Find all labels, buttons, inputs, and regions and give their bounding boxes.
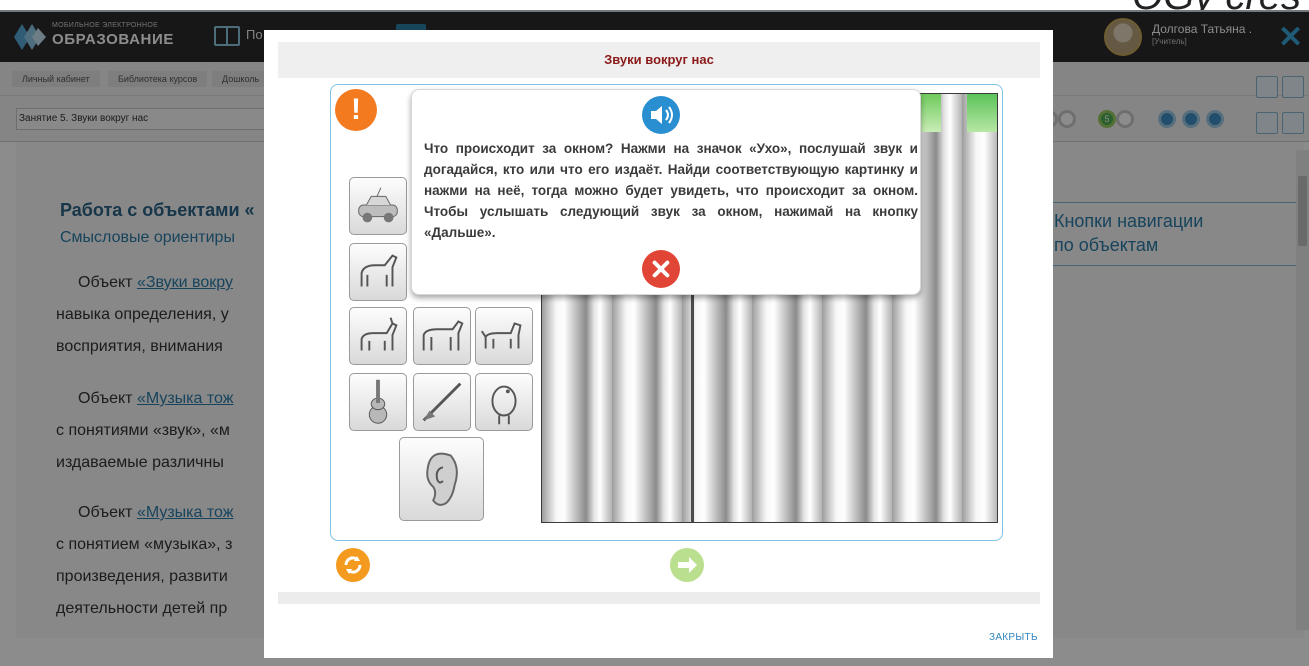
modal-dialog: Звуки вокруг нас ! Что происходит за окн… xyxy=(264,30,1053,658)
horse-icon xyxy=(360,254,398,287)
car-tile[interactable] xyxy=(349,177,407,235)
reload-icon xyxy=(344,556,362,574)
top-strip: OGy cres xyxy=(0,0,1309,18)
next-button[interactable] xyxy=(670,548,704,582)
speaker-glyph-icon xyxy=(651,106,673,124)
speaker-icon[interactable] xyxy=(642,96,680,134)
car-icon xyxy=(358,187,398,223)
close-instruction-button[interactable] xyxy=(642,250,680,288)
instruction-text: Что происходит за окном? Нажми на значок… xyxy=(424,141,918,240)
arrow-right-icon xyxy=(678,557,697,573)
dog-icon xyxy=(480,322,522,349)
modal-footer-strip xyxy=(278,592,1040,604)
goat-icon xyxy=(360,317,398,351)
ear-button[interactable] xyxy=(399,437,484,521)
game-area: ! Что происходит за окном? Нажми на знач… xyxy=(330,84,1003,541)
close-modal-link[interactable]: ЗАКРЫТЬ xyxy=(989,632,1038,643)
guitar-icon xyxy=(368,379,388,424)
window-view xyxy=(967,94,997,132)
ear-icon xyxy=(426,452,458,506)
modal-title: Звуки вокруг нас xyxy=(278,42,1040,78)
goat-tile[interactable] xyxy=(349,307,407,365)
bird-tile[interactable] xyxy=(475,373,533,431)
alert-icon[interactable]: ! xyxy=(335,89,377,131)
horse-tile[interactable] xyxy=(349,243,407,301)
bird-icon xyxy=(491,385,517,425)
guitar-tile[interactable] xyxy=(349,373,407,431)
rifle-icon xyxy=(422,382,462,422)
instruction-popup: Что происходит за окном? Нажми на значок… xyxy=(411,89,921,295)
dog-tile[interactable] xyxy=(475,307,533,365)
cow-icon xyxy=(422,320,464,351)
cow-tile[interactable] xyxy=(413,307,471,365)
reload-button[interactable] xyxy=(336,548,370,582)
rifle-tile[interactable] xyxy=(413,373,471,431)
